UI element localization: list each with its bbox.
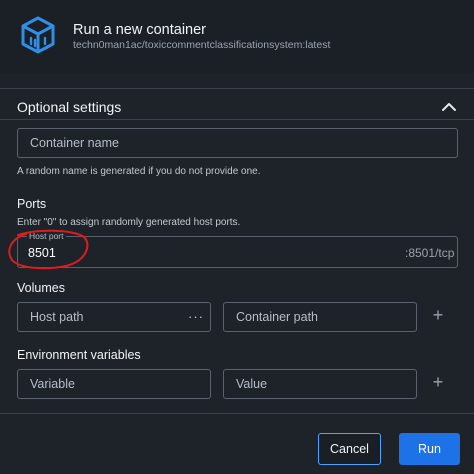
- container-path-input[interactable]: [223, 302, 417, 332]
- chevron-up-icon[interactable]: [440, 99, 458, 113]
- environment-variables-label: Environment variables: [17, 348, 141, 362]
- volumes-label: Volumes: [17, 281, 65, 295]
- cube-icon: [21, 16, 55, 54]
- container-name-help: A random name is generated if you do not…: [17, 166, 261, 177]
- optional-settings-title: Optional settings: [17, 99, 122, 115]
- plus-icon[interactable]: +: [431, 372, 445, 393]
- divider: [0, 119, 474, 120]
- ports-label: Ports: [17, 197, 47, 211]
- cancel-button[interactable]: Cancel: [318, 433, 381, 465]
- host-port-label: Host port: [27, 231, 66, 241]
- host-port-field[interactable]: [17, 236, 458, 268]
- ellipsis-icon[interactable]: ···: [188, 309, 204, 324]
- run-button[interactable]: Run: [399, 433, 460, 465]
- host-port-value[interactable]: 8501: [28, 246, 56, 260]
- dialog-title: Run a new container: [73, 22, 206, 38]
- dialog-header: Run a new container techn0man1ac/toxicco…: [0, 0, 474, 74]
- image-name: techn0man1ac/toxiccommentclassifications…: [73, 39, 331, 51]
- value-input[interactable]: [223, 369, 417, 399]
- variable-input[interactable]: [17, 369, 211, 399]
- host-path-input[interactable]: [17, 302, 211, 332]
- container-port-text: :8501/tcp: [405, 246, 455, 260]
- ports-help: Enter "0" to assign randomly generated h…: [17, 217, 241, 228]
- divider: [0, 413, 474, 414]
- plus-icon[interactable]: +: [431, 305, 445, 326]
- divider: [0, 88, 474, 89]
- container-name-input[interactable]: [17, 128, 458, 158]
